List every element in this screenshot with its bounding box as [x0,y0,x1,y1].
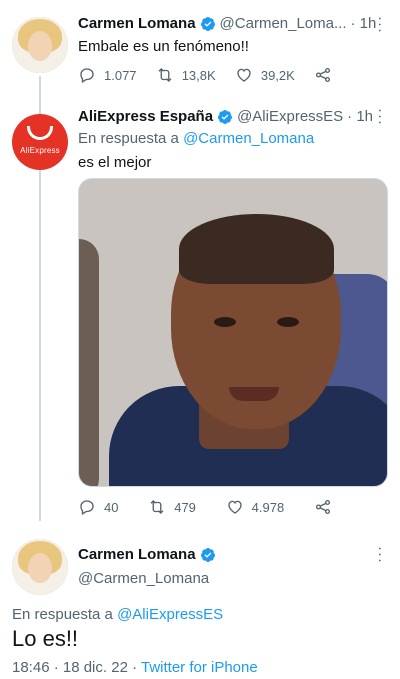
retweet-button[interactable]: 13,8K [156,66,216,84]
avatar[interactable] [12,17,68,73]
author-name[interactable]: Carmen Lomana [78,15,196,32]
tweet-date[interactable]: 18:46 · 18 dic. 22 · [12,659,137,676]
retweet-count: 479 [174,499,196,515]
reply-prefix: En respuesta a [78,130,179,147]
tweet-header: Carmen Lomana @Carmen_Loma... · 1h [78,15,376,32]
reply-context: En respuesta a @AliExpressES [12,606,223,623]
like-button[interactable]: 39,2K [235,66,295,84]
heart-icon [227,500,242,514]
retweet-icon [150,500,164,514]
timestamp[interactable]: · 1h [347,108,373,125]
share-icon [315,67,331,83]
aliexpress-logo-icon [27,125,53,140]
reply-count: 1.077 [104,67,137,83]
author-handle[interactable]: @Carmen_Lomana [78,570,209,587]
tweet-meta: 18:46 · 18 dic. 22 · Twitter for iPhone [12,659,258,676]
like-button[interactable]: 4.978 [226,498,285,516]
retweet-icon [158,68,172,82]
verified-badge-icon [200,16,215,31]
share-button[interactable] [314,498,340,516]
reply-icon [80,500,94,515]
verified-badge-icon [200,547,215,562]
avatar[interactable] [12,539,68,595]
tweet-actions: 1.077 13,8K 39,2K [78,66,340,84]
heart-icon [237,68,251,82]
reply-icon [80,68,94,83]
tweet-photo[interactable] [78,178,388,487]
tweet-text: Lo es!! [12,626,79,651]
reply-context: En respuesta a @Carmen_Lomana [78,130,314,147]
tweet-text: es el mejor [78,154,152,171]
share-icon [315,499,331,515]
reply-prefix: En respuesta a [12,606,113,623]
more-options-icon[interactable]: ··· [372,16,389,34]
retweet-button[interactable]: 479 [148,498,196,516]
reply-button[interactable]: 40 [78,498,118,516]
author-name[interactable]: Carmen Lomana [78,546,196,563]
tweet-actions: 40 479 4.978 [78,498,340,516]
avatar-brand: AliExpress [20,145,60,155]
author-name-row: Carmen Lomana [78,546,220,563]
more-options-icon[interactable]: ··· [372,108,389,126]
like-count: 4.978 [251,499,285,515]
retweet-count: 13,8K [181,67,216,83]
more-options-icon[interactable]: ··· [372,546,389,564]
like-count: 39,2K [260,67,295,83]
author-handle[interactable]: @AliExpressES [237,108,343,125]
verified-badge-icon [218,109,233,124]
reply-button[interactable]: 1.077 [78,66,137,84]
tweet-header: AliExpress España @AliExpressES · 1h [78,108,373,125]
share-button[interactable] [314,66,340,84]
author-name[interactable]: AliExpress España [78,108,213,125]
reply-to-link[interactable]: @Carmen_Lomana [183,130,314,147]
tweet-source-link[interactable]: Twitter for iPhone [141,659,258,676]
author-handle[interactable]: @Carmen_Loma... [220,15,347,32]
reply-count: 40 [104,499,119,515]
avatar[interactable]: AliExpress [12,114,68,170]
tweet-text: Embale es un fenómeno!! [78,38,249,55]
reply-to-link[interactable]: @AliExpressES [117,606,223,623]
